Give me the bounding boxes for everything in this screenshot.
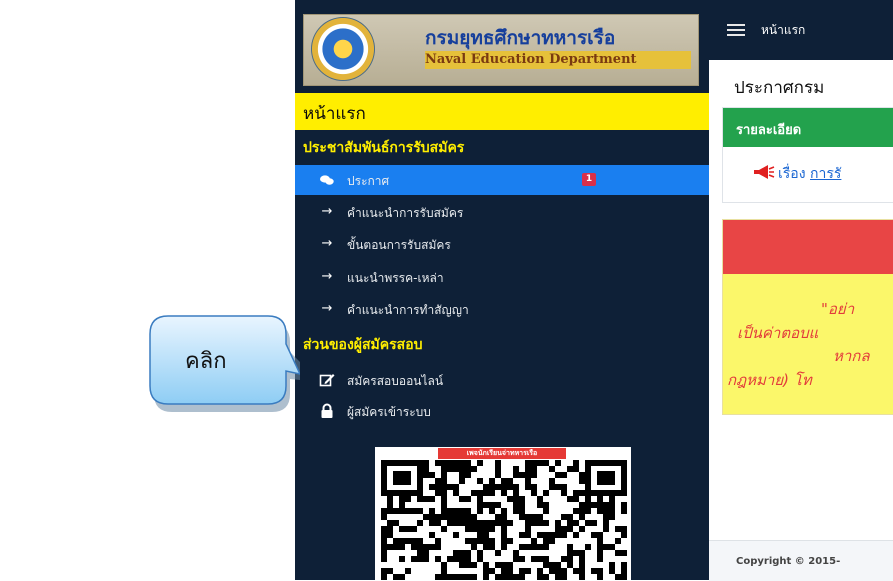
- sidebar-item-contract-guide[interactable]: → คำแนะนำการทำสัญญา: [295, 294, 709, 324]
- sidebar-item-label: หน้าแรก: [303, 104, 366, 124]
- sidebar-item-label: คำแนะนำการทำสัญญา: [347, 303, 469, 317]
- edit-icon: [319, 372, 335, 388]
- logo-title-english: Naval Education Department: [425, 51, 691, 69]
- sidebar: กรมยุทธศึกษาทหารเรือ Naval Education Dep…: [295, 0, 709, 580]
- section-heading: ประชาสัมพันธ์การรับสมัคร: [303, 140, 465, 156]
- notice-item: เรื่อง การรั: [778, 163, 841, 185]
- copyright-text: Copyright © 2015-: [736, 556, 841, 567]
- warning-card: "อย่า เป็นค่าตอบแ หากล กฎหมาย) โท: [722, 219, 893, 415]
- sidebar-item-announcement[interactable]: ประกาศ 1: [295, 165, 709, 195]
- warning-text-line: หากล: [833, 347, 870, 365]
- sidebar-item-label: คำแนะนำการรับสมัคร: [347, 206, 464, 220]
- megaphone-icon: [754, 165, 775, 179]
- card-header: รายละเอียด: [723, 108, 893, 147]
- sidebar-item-label: ขั้นตอนการรับสมัคร: [347, 238, 451, 252]
- warning-text-line: กฎหมาย) โท: [727, 371, 812, 389]
- navy-seal-icon: [311, 17, 375, 81]
- hamburger-menu-icon[interactable]: [727, 24, 745, 36]
- sidebar-item-online-application[interactable]: สมัครสอบออนไลน์: [295, 365, 709, 395]
- callout-bubble: [149, 315, 300, 412]
- sidebar-section-publicity: ประชาสัมพันธ์การรับสมัคร: [295, 132, 709, 162]
- logo-title-thai: กรมยุทธศึกษาทหารเรือ: [425, 27, 616, 49]
- arrow-right-icon: →: [321, 204, 333, 219]
- sidebar-item-branch-intro[interactable]: → แนะนำพรรค-เหล่า: [295, 262, 709, 292]
- sidebar-item-label: ผู้สมัครเข้าระบบ: [347, 405, 431, 419]
- arrow-right-icon: →: [321, 301, 333, 316]
- arrow-right-icon: →: [321, 269, 333, 284]
- qr-code-panel[interactable]: เพจนักเรียนจ่าทหารเรือ: [375, 447, 631, 580]
- footer: Copyright © 2015-: [709, 540, 893, 581]
- sidebar-item-application-steps[interactable]: → ขั้นตอนการรับสมัคร: [295, 229, 709, 259]
- sidebar-item-label: แนะนำพรรค-เหล่า: [347, 271, 444, 285]
- qr-caption: เพจนักเรียนจ่าทหารเรือ: [438, 448, 566, 459]
- section-heading: ส่วนของผู้สมัครสอบ: [303, 337, 423, 353]
- callout-text: คลิก: [185, 349, 227, 374]
- sidebar-item-application-guide[interactable]: → คำแนะนำการรับสมัคร: [295, 197, 709, 227]
- sidebar-item-home[interactable]: หน้าแรก: [295, 93, 709, 130]
- nav-link-home[interactable]: หน้าแรก: [761, 21, 805, 40]
- warning-text-line: เป็นค่าตอบแ: [737, 324, 819, 342]
- page-title: ประกาศกรม: [734, 78, 825, 98]
- sidebar-section-applicants: ส่วนของผู้สมัครสอบ: [295, 329, 709, 359]
- details-card: รายละเอียด เรื่อง การรั: [722, 107, 893, 203]
- sidebar-item-applicant-login[interactable]: ผู้สมัครเข้าระบบ: [295, 396, 709, 426]
- notice-prefix: เรื่อง: [778, 166, 806, 182]
- warning-card-header: [723, 220, 893, 274]
- arrow-right-icon: →: [321, 236, 333, 251]
- notification-badge: 1: [582, 173, 596, 186]
- warning-text-line: "อย่า: [821, 300, 855, 318]
- logo-area[interactable]: กรมยุทธศึกษาทหารเรือ Naval Education Dep…: [295, 0, 709, 90]
- qr-code-icon: [381, 460, 627, 580]
- chat-icon: [319, 172, 335, 188]
- logo[interactable]: กรมยุทธศึกษาทหารเรือ Naval Education Dep…: [303, 14, 699, 86]
- sidebar-item-label: สมัครสอบออนไลน์: [347, 374, 444, 388]
- card-title: รายละเอียด: [736, 123, 802, 138]
- top-navbar: หน้าแรก: [709, 0, 893, 60]
- lock-icon: [319, 403, 335, 419]
- notice-link[interactable]: การรั: [810, 166, 841, 182]
- sidebar-item-label: ประกาศ: [347, 174, 390, 188]
